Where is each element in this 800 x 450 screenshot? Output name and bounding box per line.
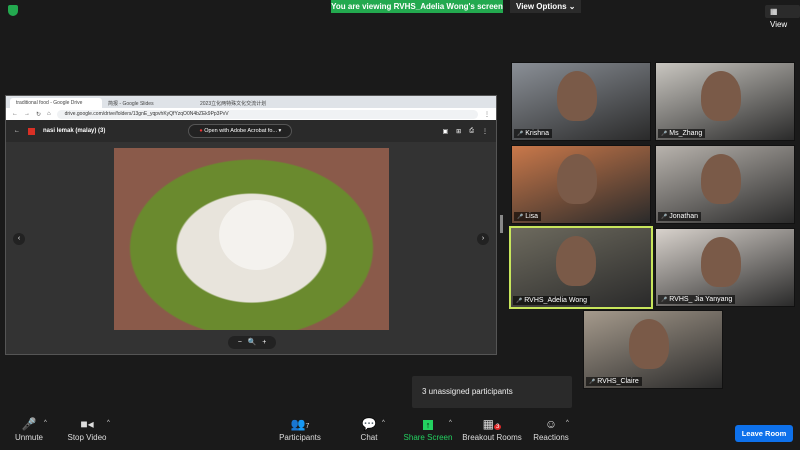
nasi-lemak-image — [114, 148, 389, 330]
participant-video-tile[interactable]: RVHS_ Jia Yanyang — [655, 228, 795, 307]
security-shield-icon[interactable] — [8, 5, 18, 16]
participant-name: Jonathan — [658, 212, 702, 221]
comment-icon[interactable]: ⊞ — [456, 128, 461, 135]
participant-face — [557, 154, 597, 204]
participant-video-tile[interactable]: Ms_Zhang — [655, 62, 795, 141]
unmute-label: Unmute — [14, 433, 43, 442]
drive-preview-bar: ← nasi lemak (malay) (3) ● Open with Ado… — [6, 120, 496, 142]
browser-tab[interactable]: 简报 - Google Slides — [102, 98, 194, 108]
chat-options-chevron[interactable]: ^ — [382, 420, 385, 426]
participants-icon: 👥 — [290, 417, 306, 431]
forward-icon[interactable]: → — [24, 111, 30, 117]
zoom-in-button[interactable]: + — [262, 339, 266, 346]
participant-face — [556, 236, 596, 286]
prev-image-button[interactable]: ‹ — [13, 233, 25, 245]
address-bar: ← → ↻ ⌂ drive.google.com/drive/folders/13gn… — [6, 108, 496, 120]
close-preview-icon[interactable]: ← — [14, 128, 20, 134]
next-image-button[interactable]: › — [477, 233, 489, 245]
menu-icon[interactable]: ⋮ — [484, 111, 490, 118]
participant-video-tile[interactable]: Lisa — [511, 145, 651, 224]
unmute-button[interactable]: 🎤 Unmute — [12, 415, 46, 442]
open-with-label: Open with Adobe Acrobat fo... — [204, 128, 278, 134]
view-options-label: View Options — [516, 2, 567, 11]
browser-tab[interactable]: 2023立化两特殊文化交流计划 — [194, 98, 286, 108]
participant-name: Ms_Zhang — [658, 129, 706, 138]
audio-options-chevron[interactable]: ^ — [44, 420, 47, 426]
view-button[interactable]: ▦ View — [765, 5, 800, 29]
participant-face — [701, 71, 741, 121]
participants-button[interactable]: 👥7 Participants — [278, 415, 322, 442]
participant-face — [701, 237, 741, 287]
participant-name: RVHS_Adelia Wong — [513, 296, 591, 305]
stop-video-button[interactable]: ■◂ Stop Video — [64, 415, 110, 442]
video-options-chevron[interactable]: ^ — [107, 420, 110, 426]
reload-icon[interactable]: ↻ — [36, 111, 41, 118]
share-screen-button[interactable]: ↑ Share Screen — [403, 415, 453, 442]
muted-mic-icon: 🎤 — [21, 417, 37, 431]
stop-video-label: Stop Video — [67, 433, 107, 442]
chat-icon: 💬 — [361, 417, 377, 431]
shared-screen: traditional food - Google Drive 简报 - Goo… — [5, 95, 497, 355]
add-to-folder-icon[interactable]: ▣ — [442, 128, 448, 135]
participant-name: RVHS_Claire — [586, 377, 642, 386]
participants-count: 7 — [305, 423, 310, 430]
back-icon[interactable]: ← — [12, 111, 18, 117]
reactions-options-chevron[interactable]: ^ — [566, 420, 569, 426]
splitter-handle[interactable] — [500, 215, 503, 233]
participant-name: Krishna — [514, 129, 552, 138]
browser-tabs: traditional food - Google Drive 简报 - Goo… — [6, 96, 496, 108]
participant-face — [701, 154, 741, 204]
share-screen-icon: ↑ — [422, 420, 434, 430]
participant-video-tile[interactable]: Jonathan — [655, 145, 795, 224]
zoom-out-button[interactable]: − — [238, 339, 242, 346]
file-name: nasi lemak (malay) (3) — [43, 128, 106, 134]
reactions-label: Reactions — [533, 433, 569, 442]
participant-video-tile[interactable]: RVHS_Claire — [583, 310, 723, 389]
browser-tab[interactable]: traditional food - Google Drive — [10, 98, 102, 108]
chat-label: Chat — [360, 433, 378, 442]
view-options-button[interactable]: View Options ⌄ — [510, 0, 582, 13]
breakout-badge: 3 — [494, 424, 502, 430]
breakout-rooms-button[interactable]: ▦ 3 Breakout Rooms — [462, 415, 522, 442]
rice-mound — [219, 200, 294, 270]
open-with-button[interactable]: ● Open with Adobe Acrobat fo... ▾ — [188, 124, 293, 138]
zoom-icon[interactable]: 🔍 — [248, 339, 257, 346]
url-input[interactable]: drive.google.com/drive/folders/13gnE_yqp… — [56, 109, 478, 119]
participant-name: RVHS_ Jia Yanyang — [658, 295, 736, 304]
zoom-controls: − 🔍 + — [228, 336, 276, 349]
more-icon[interactable]: ⋮ — [482, 128, 488, 135]
participant-video-tile[interactable]: Krishna — [511, 62, 651, 141]
video-camera-icon: ■◂ — [80, 417, 94, 431]
participant-face — [629, 319, 669, 369]
unassigned-tooltip: 3 unassigned participants — [412, 376, 572, 408]
view-label: View — [770, 20, 788, 29]
share-screen-label: Share Screen — [403, 433, 453, 442]
participants-label: Participants — [279, 433, 321, 442]
breakout-rooms-icon: ▦ — [482, 417, 494, 431]
reactions-button[interactable]: ☺ Reactions — [532, 415, 570, 442]
image-file-icon — [28, 127, 35, 135]
participant-face — [557, 71, 597, 121]
home-icon[interactable]: ⌂ — [47, 111, 51, 117]
share-options-chevron[interactable]: ^ — [449, 420, 452, 426]
breakout-rooms-label: Breakout Rooms — [462, 433, 522, 442]
participant-video-tile[interactable]: RVHS_Adelia Wong — [509, 226, 653, 309]
reactions-icon: ☺ — [544, 417, 558, 431]
leave-room-button[interactable]: Leave Room — [735, 425, 793, 442]
print-icon[interactable]: ⎙ — [469, 128, 474, 135]
viewing-banner: You are viewing RVHS_Adelia Wong's scree… — [331, 0, 503, 13]
chat-button[interactable]: 💬 Chat — [355, 415, 383, 442]
participant-name: Lisa — [514, 212, 542, 221]
